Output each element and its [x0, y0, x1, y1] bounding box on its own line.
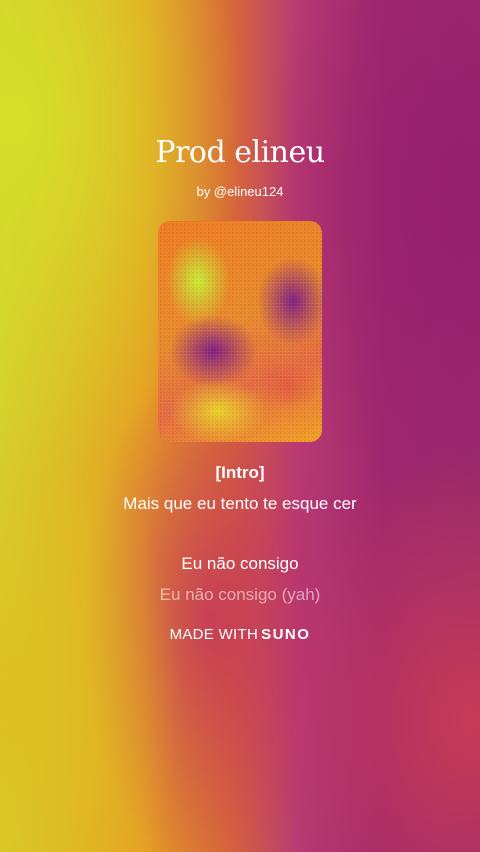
cover-art [158, 221, 322, 442]
song-title: Prod elineu [155, 135, 325, 170]
made-with-label: MADE WITH [169, 626, 259, 643]
lyric-line-current: Mais que eu tento te esque cer [123, 494, 357, 513]
suno-logo: SUNO [261, 626, 311, 643]
lyric-line-upcoming: Eu não consigo (yah) [159, 585, 321, 604]
artist-byline[interactable]: by @elineu124 [0, 184, 480, 200]
cover-art-texture [158, 221, 322, 442]
made-with-suno-link[interactable]: MADE WITH SUNO [0, 625, 480, 645]
lyrics-section-label: [Intro] [215, 463, 265, 482]
lyric-line-next: Eu não consigo [181, 554, 299, 573]
